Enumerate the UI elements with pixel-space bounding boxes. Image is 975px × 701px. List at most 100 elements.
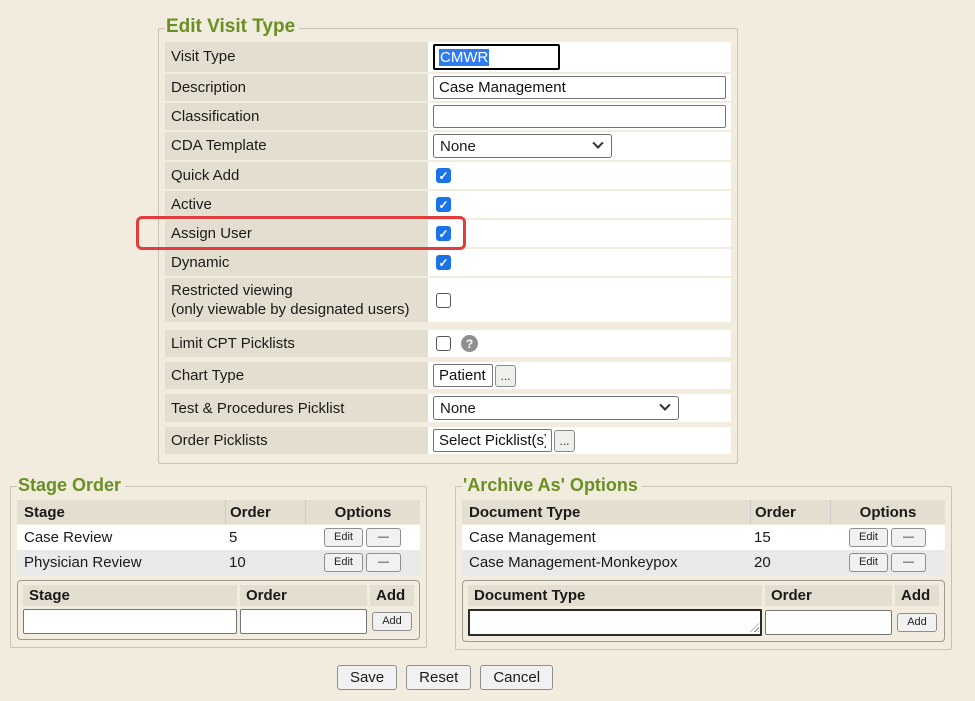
add-order-column-header: Order [765, 585, 892, 606]
stage-name: Case Review [17, 527, 225, 548]
classification-input[interactable] [433, 105, 726, 128]
reset-button[interactable]: Reset [406, 665, 471, 690]
classification-row: Classification [165, 103, 731, 130]
chevron-down-icon [592, 138, 603, 149]
table-row: Case Management 15 Edit — [462, 525, 945, 550]
document-type-name: Case Management [462, 527, 750, 548]
stage-order-legend: Stage Order [17, 475, 125, 498]
save-button[interactable]: Save [337, 665, 397, 690]
order-picklists-row: Order Picklists ... [165, 427, 731, 454]
stage-order-value: 10 [225, 552, 305, 573]
order-column-header: Order [225, 500, 305, 524]
visit-type-label: Visit Type [165, 42, 428, 72]
test-procedures-picklist-select[interactable]: None [433, 396, 679, 420]
archive-as-table-header: Document Type Order Options [462, 500, 945, 524]
visit-type-value-cell: CMWR [428, 42, 731, 72]
edit-button[interactable]: Edit [849, 528, 888, 546]
order-picklists-label: Order Picklists [165, 427, 428, 454]
quick-add-label: Quick Add [165, 162, 428, 189]
cda-template-row: CDA Template None [165, 132, 731, 160]
assign-user-checkbox[interactable] [436, 226, 451, 241]
classification-label: Classification [165, 103, 428, 130]
test-procedures-selected-value: None [440, 400, 476, 417]
chevron-down-icon [659, 400, 670, 411]
remove-button[interactable]: — [366, 553, 401, 571]
add-stage-column-header: Stage [23, 585, 237, 606]
remove-button[interactable]: — [891, 553, 926, 571]
add-stage-button[interactable]: Add [372, 612, 412, 630]
edit-button[interactable]: Edit [849, 553, 888, 571]
active-label: Active [165, 191, 428, 218]
edit-button[interactable]: Edit [324, 528, 363, 546]
description-label: Description [165, 74, 428, 101]
visit-type-input[interactable]: CMWR [433, 44, 560, 70]
assign-user-label: Assign User [165, 220, 428, 247]
restricted-viewing-row: Restricted viewing (only viewable by des… [165, 278, 731, 322]
description-input[interactable] [433, 76, 726, 99]
description-row: Description [165, 74, 731, 101]
restricted-viewing-label: Restricted viewing (only viewable by des… [165, 278, 428, 322]
dynamic-label: Dynamic [165, 249, 428, 276]
new-stage-order-input[interactable] [240, 609, 367, 634]
edit-button[interactable]: Edit [324, 553, 363, 571]
order-picklists-input[interactable] [433, 429, 552, 452]
chart-type-label: Chart Type [165, 362, 428, 389]
active-checkbox[interactable] [436, 197, 451, 212]
table-row: Physician Review 10 Edit — [17, 550, 420, 575]
stage-order-table-header: Stage Order Options [17, 500, 420, 524]
chart-type-input[interactable] [433, 364, 493, 387]
test-procedures-picklist-row: Test & Procedures Picklist None [165, 394, 731, 422]
document-order-value: 15 [750, 527, 830, 548]
cda-template-select[interactable]: None [433, 134, 612, 158]
active-row: Active [165, 191, 731, 218]
add-document-type-box: Document Type Order Add Add [462, 580, 945, 642]
new-document-order-input[interactable] [765, 610, 892, 635]
remove-button[interactable]: — [891, 528, 926, 546]
options-column-header: Options [830, 500, 945, 524]
chart-type-browse-button[interactable]: ... [495, 365, 516, 387]
stage-order-panel: Stage Order Stage Order Options Case Rev… [10, 475, 427, 648]
add-column-header: Add [370, 585, 414, 606]
new-stage-input[interactable] [23, 609, 237, 634]
help-icon[interactable]: ? [461, 335, 478, 352]
limit-cpt-picklists-label: Limit CPT Picklists [165, 330, 428, 357]
quick-add-row: Quick Add [165, 162, 731, 189]
add-stage-box: Stage Order Add Add [17, 580, 420, 640]
cda-template-selected-value: None [440, 138, 476, 155]
stage-name: Physician Review [17, 552, 225, 573]
table-row: Case Review 5 Edit — [17, 525, 420, 550]
order-picklists-browse-button[interactable]: ... [554, 430, 575, 452]
quick-add-checkbox[interactable] [436, 168, 451, 183]
form-action-bar: Save Reset Cancel [0, 665, 890, 690]
add-column-header: Add [895, 585, 939, 606]
visit-type-row: Visit Type CMWR [165, 42, 731, 72]
add-document-type-column-header: Document Type [468, 585, 762, 606]
edit-visit-type-panel: Edit Visit Type Visit Type CMWR Descript… [158, 16, 738, 464]
limit-cpt-picklists-checkbox[interactable] [436, 336, 451, 351]
document-order-value: 20 [750, 552, 830, 573]
edit-visit-type-legend: Edit Visit Type [165, 16, 299, 40]
cancel-button[interactable]: Cancel [480, 665, 553, 690]
new-document-type-input[interactable] [468, 609, 762, 636]
chart-type-row: Chart Type ... [165, 362, 731, 389]
remove-button[interactable]: — [366, 528, 401, 546]
restricted-viewing-checkbox[interactable] [436, 293, 451, 308]
archive-as-options-legend: 'Archive As' Options [462, 475, 642, 498]
cda-template-label: CDA Template [165, 132, 428, 160]
options-column-header: Options [305, 500, 420, 524]
limit-cpt-picklists-row: Limit CPT Picklists ? [165, 330, 731, 357]
table-row: Case Management-Monkeypox 20 Edit — [462, 550, 945, 575]
add-order-column-header: Order [240, 585, 367, 606]
archive-as-options-panel: 'Archive As' Options Document Type Order… [455, 475, 952, 650]
stage-column-header: Stage [17, 502, 225, 523]
dynamic-checkbox[interactable] [436, 255, 451, 270]
visit-type-selected-text: CMWR [439, 49, 489, 66]
stage-order-value: 5 [225, 527, 305, 548]
document-type-name: Case Management-Monkeypox [462, 552, 750, 573]
order-column-header: Order [750, 500, 830, 524]
dynamic-row: Dynamic [165, 249, 731, 276]
assign-user-row: Assign User [165, 220, 731, 247]
document-type-column-header: Document Type [462, 502, 750, 523]
test-procedures-picklist-label: Test & Procedures Picklist [165, 394, 428, 422]
add-document-type-button[interactable]: Add [897, 613, 937, 631]
